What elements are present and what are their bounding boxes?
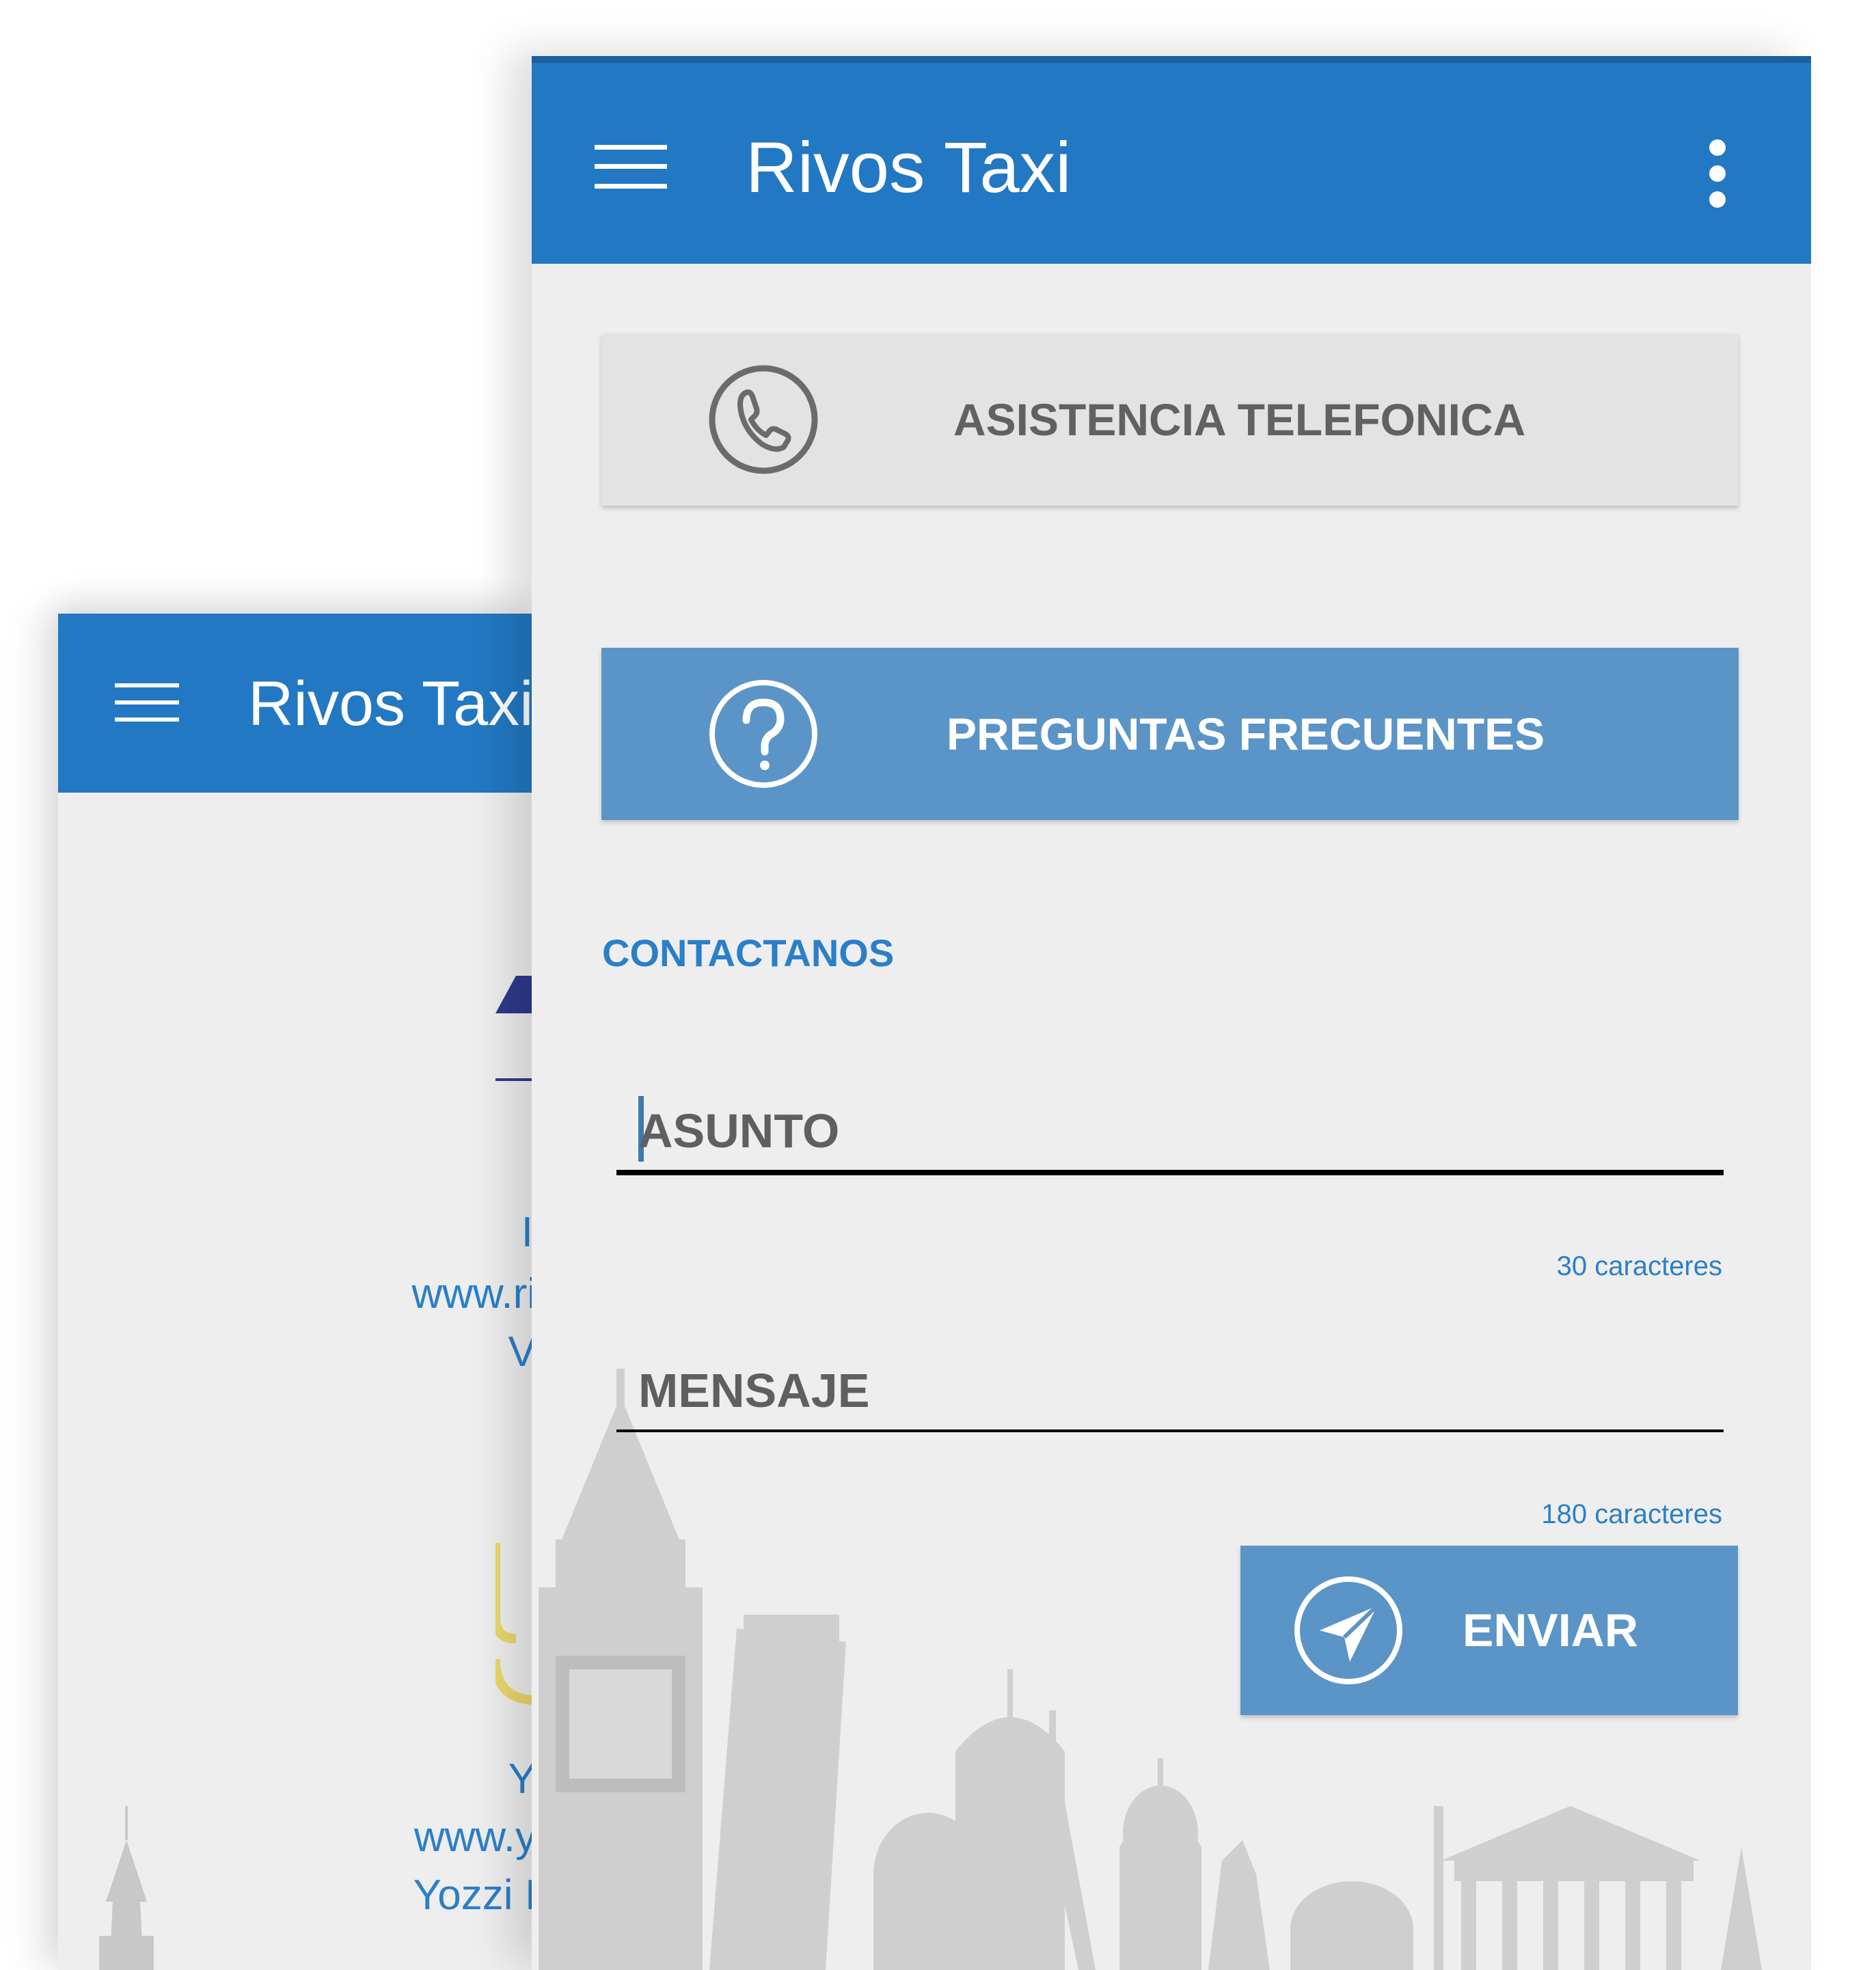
app-bar: Rivos Taxi [532, 56, 1811, 264]
help-circle-icon [709, 680, 817, 788]
app-title: Rivos Taxi [746, 128, 1072, 208]
help-screen: Rivos Taxi ASISTENCIA TELEFONICA PREGUNT… [532, 56, 1811, 1970]
send-icon [1294, 1576, 1402, 1684]
send-label: ENVIAR [1463, 1604, 1638, 1656]
menu-icon [115, 683, 179, 722]
subject-character-counter: 30 caracteres [1556, 1251, 1722, 1281]
more-vert-icon[interactable] [1707, 139, 1728, 208]
message-placeholder: MENSAJE [638, 1364, 870, 1417]
background-app-title: Rivos Taxi [248, 669, 534, 739]
phone-assistance-label: ASISTENCIA TELEFONICA [953, 394, 1526, 445]
menu-icon[interactable] [595, 145, 667, 189]
message-character-counter: 180 caracteres [1541, 1499, 1722, 1529]
skyline-illustration-icon [99, 1806, 154, 1970]
contact-section-title: CONTACTANOS [602, 931, 895, 974]
phone-icon [709, 365, 818, 474]
subject-placeholder: ASUNTO [638, 1104, 840, 1158]
background-website-fragment: www.ri [411, 1270, 536, 1317]
send-button[interactable]: ENVIAR [1240, 1546, 1738, 1715]
logo-fragment-icon [495, 976, 536, 1081]
faq-label: PREGUNTAS FRECUENTES [947, 709, 1545, 759]
message-input[interactable]: MENSAJE [616, 1341, 1724, 1432]
phone-assistance-button[interactable]: ASISTENCIA TELEFONICA [601, 333, 1739, 506]
background-phone-screen: Rivos Taxi I www.ri V Y www.y Yozzi I [58, 614, 536, 1970]
faq-button[interactable]: PREGUNTAS FRECUENTES [601, 648, 1739, 820]
yellow-logo-fragment-icon [495, 1543, 536, 1705]
subject-input[interactable]: ASUNTO [616, 1081, 1724, 1175]
background-app-bar: Rivos Taxi [58, 614, 536, 793]
